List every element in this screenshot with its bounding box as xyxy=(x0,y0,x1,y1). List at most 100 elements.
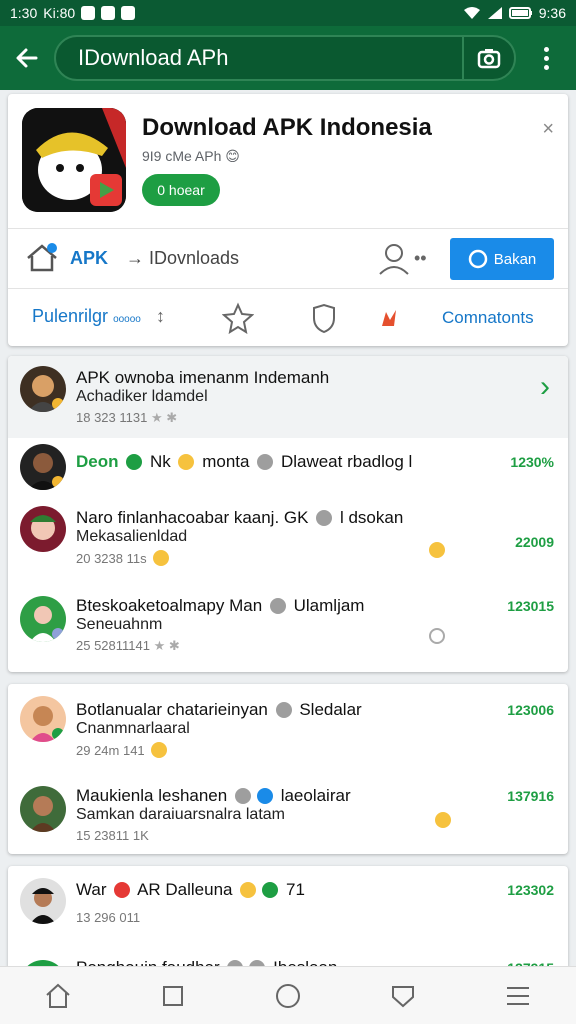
featured-post[interactable]: APK ownoba imenanm Indemanh Achadiker ld… xyxy=(8,356,568,438)
status-carrier: Ki:80 xyxy=(43,5,76,21)
app-header-card: Download APK Indonesia 9I9 cMe APh 😊 0 h… xyxy=(8,94,568,346)
avatar xyxy=(20,786,66,832)
favorite-button[interactable] xyxy=(221,302,255,335)
divider xyxy=(8,288,568,289)
list-item[interactable]: Naro finlanhacoabar kaanj. GK l dsokan M… xyxy=(8,498,568,588)
item-score: 123006 xyxy=(507,702,554,718)
feed-card: War AR Dalleuna 71 13 296 011 123302 Pon… xyxy=(8,866,568,970)
verified-icon xyxy=(126,454,143,470)
comment-author: Naro finlanhacoabar kaanj. GK l dsokan xyxy=(76,508,404,527)
nav-menu-button[interactable] xyxy=(461,967,576,1024)
home-icon xyxy=(27,243,57,272)
feed-card: Botlanualar chatarieinyan Sledalar Cnanm… xyxy=(8,684,568,854)
camera-search-button[interactable] xyxy=(462,35,514,81)
reaction-icon[interactable] xyxy=(426,542,448,560)
filter-comments[interactable]: Comnatonts xyxy=(442,308,534,328)
wifi-icon xyxy=(463,7,480,19)
back-arrow-icon xyxy=(16,48,38,68)
circle-icon xyxy=(276,983,300,1008)
app-subtitle: 9I9 cMe APh 😊 xyxy=(142,148,240,164)
emoji-icon xyxy=(178,454,195,470)
close-icon[interactable]: × xyxy=(542,118,554,141)
status-time: 1:30 xyxy=(10,5,38,21)
status-bar: 1:30 Ki:80 9:36 xyxy=(0,0,576,26)
chevron-right-icon[interactable]: › xyxy=(540,370,550,404)
badge-icon xyxy=(257,454,274,470)
list-item[interactable]: Botlanualar chatarieinyan Sledalar Cnanm… xyxy=(8,684,568,770)
comment-author: Bteskoaketoalmapy Man Ulamljam xyxy=(76,596,365,615)
chat-icon xyxy=(468,249,487,269)
profile-button[interactable] xyxy=(374,240,414,276)
comment-author: Deon Nk monta Dlaweat rbadlog l xyxy=(76,452,413,471)
avatar xyxy=(20,506,66,552)
nav-home-button[interactable] xyxy=(0,967,115,1024)
filter-row: Pulenrilgr ooooo ↕ Comnatonts xyxy=(8,290,568,346)
item-score: 137916 xyxy=(507,788,554,804)
list-item[interactable]: Deon Nk monta Dlaweat rbadlog l 1230% xyxy=(8,438,568,498)
primary-action-label: Bakan xyxy=(493,250,537,268)
tab-apk[interactable]: APK xyxy=(70,248,108,269)
back-button[interactable] xyxy=(0,26,54,90)
reaction-icon[interactable] xyxy=(432,812,454,830)
avatar xyxy=(20,366,66,412)
app-bar: IDownload APh xyxy=(0,26,576,90)
app-tabs: APK → IDovnloads •• Bakan xyxy=(8,228,568,288)
comment-text: Seneuahnm xyxy=(76,616,163,633)
app-title: Download APK Indonesia xyxy=(142,114,432,141)
square-icon xyxy=(162,985,183,1006)
more-dots[interactable]: •• xyxy=(414,248,427,269)
post-meta: 18 323 1131 ★ ✱ xyxy=(76,410,178,425)
notification-icon xyxy=(81,6,96,20)
install-button[interactable]: 0 hoear xyxy=(142,174,220,206)
app-notification-icon xyxy=(121,6,136,20)
list-item[interactable]: Bteskoaketoalmapy Man Ulamljam Seneuahnm… xyxy=(8,588,568,672)
avatar xyxy=(20,444,66,490)
user-icon xyxy=(379,244,409,275)
app-icon xyxy=(22,108,126,212)
comment-meta: 13 296 011 xyxy=(76,910,141,925)
post-subtitle: Achadiker ldamdel xyxy=(76,388,208,405)
flame-icon xyxy=(382,310,396,326)
shield-icon xyxy=(392,985,415,1007)
nav-circle-button[interactable] xyxy=(230,967,345,1024)
comment-meta: 20 3238 11s xyxy=(76,550,172,566)
comment-text: Mekasalienldad xyxy=(76,528,188,545)
list-item[interactable]: War AR Dalleuna 71 13 296 011 123302 xyxy=(8,866,568,938)
comment-author: Botlanualar chatarieinyan Sledalar xyxy=(76,700,362,719)
avatar xyxy=(20,878,66,924)
reaction-icon[interactable] xyxy=(426,628,448,646)
search-input[interactable]: IDownload APh xyxy=(54,35,516,81)
list-item[interactable]: Maukienla leshanen laeolairar Samkan dar… xyxy=(8,770,568,854)
status-right-time: 9:36 xyxy=(538,5,566,21)
comment-text: Cnanmnarlaaral xyxy=(76,720,190,737)
signal-icon xyxy=(487,7,502,19)
image-notification-icon xyxy=(101,6,116,20)
item-score: 1230% xyxy=(510,454,554,470)
battery-icon xyxy=(508,7,532,19)
item-score: 123015 xyxy=(507,598,554,614)
tab-downloads[interactable]: → IDovnloads xyxy=(126,248,239,269)
camera-icon xyxy=(477,49,501,69)
nav-back-button[interactable] xyxy=(346,967,461,1024)
primary-action-button[interactable]: Bakan xyxy=(450,238,554,280)
home-icon xyxy=(45,983,70,1008)
comment-text: Samkan daraiuarsnalra latam xyxy=(76,806,285,823)
search-value: IDownload APh xyxy=(78,45,229,70)
tab-home[interactable] xyxy=(22,238,62,278)
post-title: APK ownoba imenanm Indemanh xyxy=(76,368,330,387)
overflow-menu-button[interactable] xyxy=(516,26,576,90)
shield-icon xyxy=(313,303,335,334)
bottom-navigation xyxy=(0,966,576,1024)
menu-icon xyxy=(507,986,530,1005)
comment-meta: 29 24m 141 xyxy=(76,742,170,758)
sort-toggle[interactable]: ↕ xyxy=(156,306,165,327)
hot-button[interactable] xyxy=(372,302,404,334)
avatar xyxy=(20,596,66,642)
comment-author: War AR Dalleuna 71 xyxy=(76,880,305,899)
item-score: 22009 xyxy=(515,534,554,550)
comment-meta: 15 23811 1K xyxy=(76,828,149,843)
avatar xyxy=(20,696,66,742)
shield-button[interactable] xyxy=(308,302,340,334)
filter-popular[interactable]: Pulenrilgr ooooo xyxy=(32,306,141,327)
nav-recents-button[interactable] xyxy=(115,967,230,1024)
